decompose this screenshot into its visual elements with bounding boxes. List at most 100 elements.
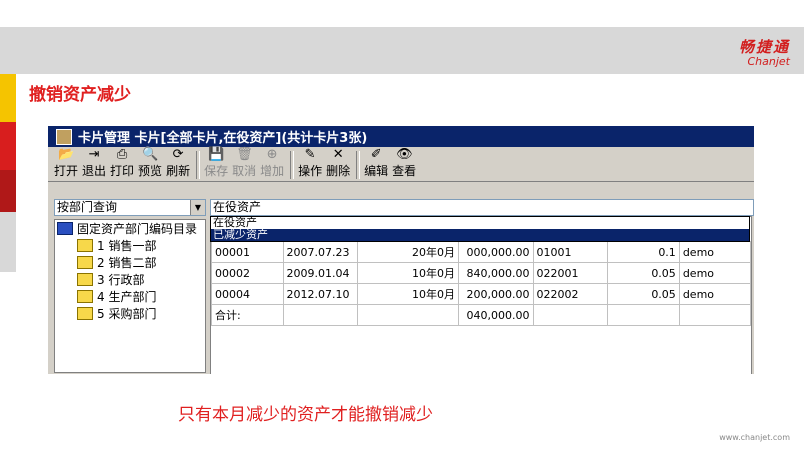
folder-icon (77, 239, 93, 252)
toolbar-button-label: 保存 (204, 164, 229, 178)
table-row[interactable]: 00002 2009.01.04 10年0月 840,000.00 022001 0.05… (211, 262, 752, 284)
table-cell (532, 304, 608, 326)
toolbar-button[interactable]: ✎ 操作 (298, 147, 322, 181)
toolbar-button[interactable]: ⊕ 增加 (260, 147, 284, 181)
table-cell: 00002 (211, 262, 284, 284)
table-cell: demo (678, 262, 752, 284)
toolbar-button[interactable]: ✕ 删除 (326, 147, 350, 181)
tree-item[interactable]: 2 销售二部 (55, 254, 205, 271)
folder-icon (77, 307, 93, 320)
status-filter-select[interactable]: 在役资产 (210, 199, 754, 216)
tree-item-label: 2 销售二部 (97, 256, 157, 270)
table-cell (678, 304, 752, 326)
left-strip-red (0, 122, 16, 170)
folder-icon (57, 222, 73, 235)
toolbar-separator (196, 151, 201, 179)
edit-icon: ✐ (370, 147, 382, 162)
chevron-down-icon[interactable]: ▼ (190, 200, 205, 215)
tree-item[interactable]: 1 销售一部 (55, 237, 205, 254)
card-management-window: 卡片管理 卡片[全部卡片,在役资产](共计卡片3张) 📂 打开 ⇥ 退出 ⎙ 打印 🔍 预览 ⟳… (48, 126, 754, 374)
left-strip-darkred (0, 170, 16, 212)
add-icon: ⊕ (266, 147, 278, 162)
table-cell: 840,000.00 (458, 262, 534, 284)
toolbar-button-label: 取消 (232, 164, 257, 178)
footer-url: www.chanjet.com (719, 433, 790, 442)
table-row[interactable]: 00001 2007.07.23 20年0月 000,000.00 01001 0.1 de… (211, 241, 752, 263)
toolbar-button[interactable]: ⎙ 打印 (110, 147, 134, 181)
toolbar-button[interactable]: ✐ 编辑 (364, 147, 388, 181)
toolbar-button[interactable]: ⇥ 退出 (82, 147, 106, 181)
table-row[interactable]: 00004 2012.07.10 10年0月 200,000.00 022002 0.05… (211, 283, 752, 305)
table-cell: 000,000.00 (458, 241, 534, 263)
exit-icon: ⇥ (88, 147, 100, 162)
tree-item[interactable]: 3 行政部 (55, 271, 205, 288)
card-table: 00001 2007.07.23 20年0月 000,000.00 01001 0.1 de… (211, 241, 752, 326)
table-cell: 022002 (532, 283, 608, 305)
tree-item-label: 5 采购部门 (97, 307, 157, 321)
toolbar: 📂 打开 ⇥ 退出 ⎙ 打印 🔍 预览 ⟳ 刷新 💾 保存 🗑 取消 ⊕ 增加 ✎ 操作 ✕ 删除 ✐ 编辑 👁 查看 (48, 147, 754, 182)
logo-cn: 畅捷通 (738, 38, 790, 56)
table-cell: 00004 (211, 283, 284, 305)
table-cell: 2009.01.04 (282, 262, 359, 284)
slide-caption: 只有本月减少的资产才能撤销减少 (178, 405, 433, 425)
table-cell: 0.05 (606, 283, 680, 305)
status-filter-dropdown: 在役资产 已减少资产 (210, 216, 750, 242)
table-cell: 20年0月 (357, 241, 460, 263)
edit-pen-icon: ✎ (304, 147, 316, 162)
table-cell (282, 304, 359, 326)
table-cell: 10年0月 (357, 262, 460, 284)
toolbar-separator (356, 151, 361, 179)
dropdown-option[interactable]: 已减少资产 (211, 229, 749, 241)
toolbar-button-label: 操作 (298, 164, 323, 178)
tree-root[interactable]: 固定资产部门编码目录 (55, 220, 205, 237)
toolbar-button[interactable]: 👁 查看 (392, 147, 416, 181)
tree-item-label: 1 销售一部 (97, 239, 157, 253)
open-folder-icon: 📂 (58, 147, 75, 162)
table-cell: demo (678, 283, 752, 305)
table-cell: 2012.07.10 (282, 283, 359, 305)
toolbar-button-label: 刷新 (166, 164, 191, 178)
folder-icon (77, 290, 93, 303)
app-icon (56, 128, 72, 145)
cancel-icon: 🗑 (236, 147, 253, 162)
tree-item-label: 4 生产部门 (97, 290, 157, 304)
tree-root-label: 固定资产部门编码目录 (77, 222, 198, 236)
table-cell: 10年0月 (357, 283, 460, 305)
card-list-panel: 在役资产 00001 2007.07.23 20年0月 000,000.00 01001… (210, 199, 754, 374)
status-filter-value: 在役资产 (213, 200, 262, 214)
left-strip-yellow (0, 74, 16, 122)
slide-header-bar (0, 27, 804, 74)
left-strip-gray-bottom (0, 212, 16, 272)
toolbar-button[interactable]: 🔍 预览 (138, 147, 162, 181)
printer-icon: ⎙ (116, 147, 128, 162)
toolbar-button[interactable]: 📂 打开 (54, 147, 78, 181)
tree-item[interactable]: 5 采购部门 (55, 305, 205, 322)
dept-query-select[interactable]: 按部门查询 ▼ (54, 199, 206, 216)
toolbar-button[interactable]: 💾 保存 (204, 147, 228, 181)
toolbar-button[interactable]: 🗑 取消 (232, 147, 256, 181)
dept-query-value: 按部门查询 (57, 200, 118, 214)
table-cell: 0.1 (606, 241, 680, 263)
save-icon: 💾 (208, 147, 225, 162)
refresh-icon: ⟳ (172, 147, 184, 162)
toolbar-button-label: 预览 (138, 164, 163, 178)
dropdown-option[interactable]: 在役资产 (211, 217, 749, 229)
view-icon: 👁 (396, 147, 413, 162)
slide-title: 撤销资产减少 (29, 85, 131, 105)
toolbar-button-label: 编辑 (364, 164, 389, 178)
chanjet-logo: 畅捷通 Chanjet (739, 36, 790, 68)
folder-icon (77, 256, 93, 269)
table-cell: 200,000.00 (458, 283, 534, 305)
table-cell: demo (678, 241, 752, 263)
preview-icon: 🔍 (142, 147, 159, 162)
table-cell: 022001 (532, 262, 608, 284)
toolbar-button[interactable]: ⟳ 刷新 (166, 147, 190, 181)
tree-item[interactable]: 4 生产部门 (55, 288, 205, 305)
table-row[interactable]: 合计: 040,000.00 (211, 304, 752, 326)
tree-item-label: 3 行政部 (97, 273, 145, 287)
table-cell: 01001 (532, 241, 608, 263)
table-cell: 00001 (211, 241, 284, 263)
delete-x-icon: ✕ (332, 147, 344, 162)
folder-icon (77, 273, 93, 286)
table-cell (357, 304, 460, 326)
